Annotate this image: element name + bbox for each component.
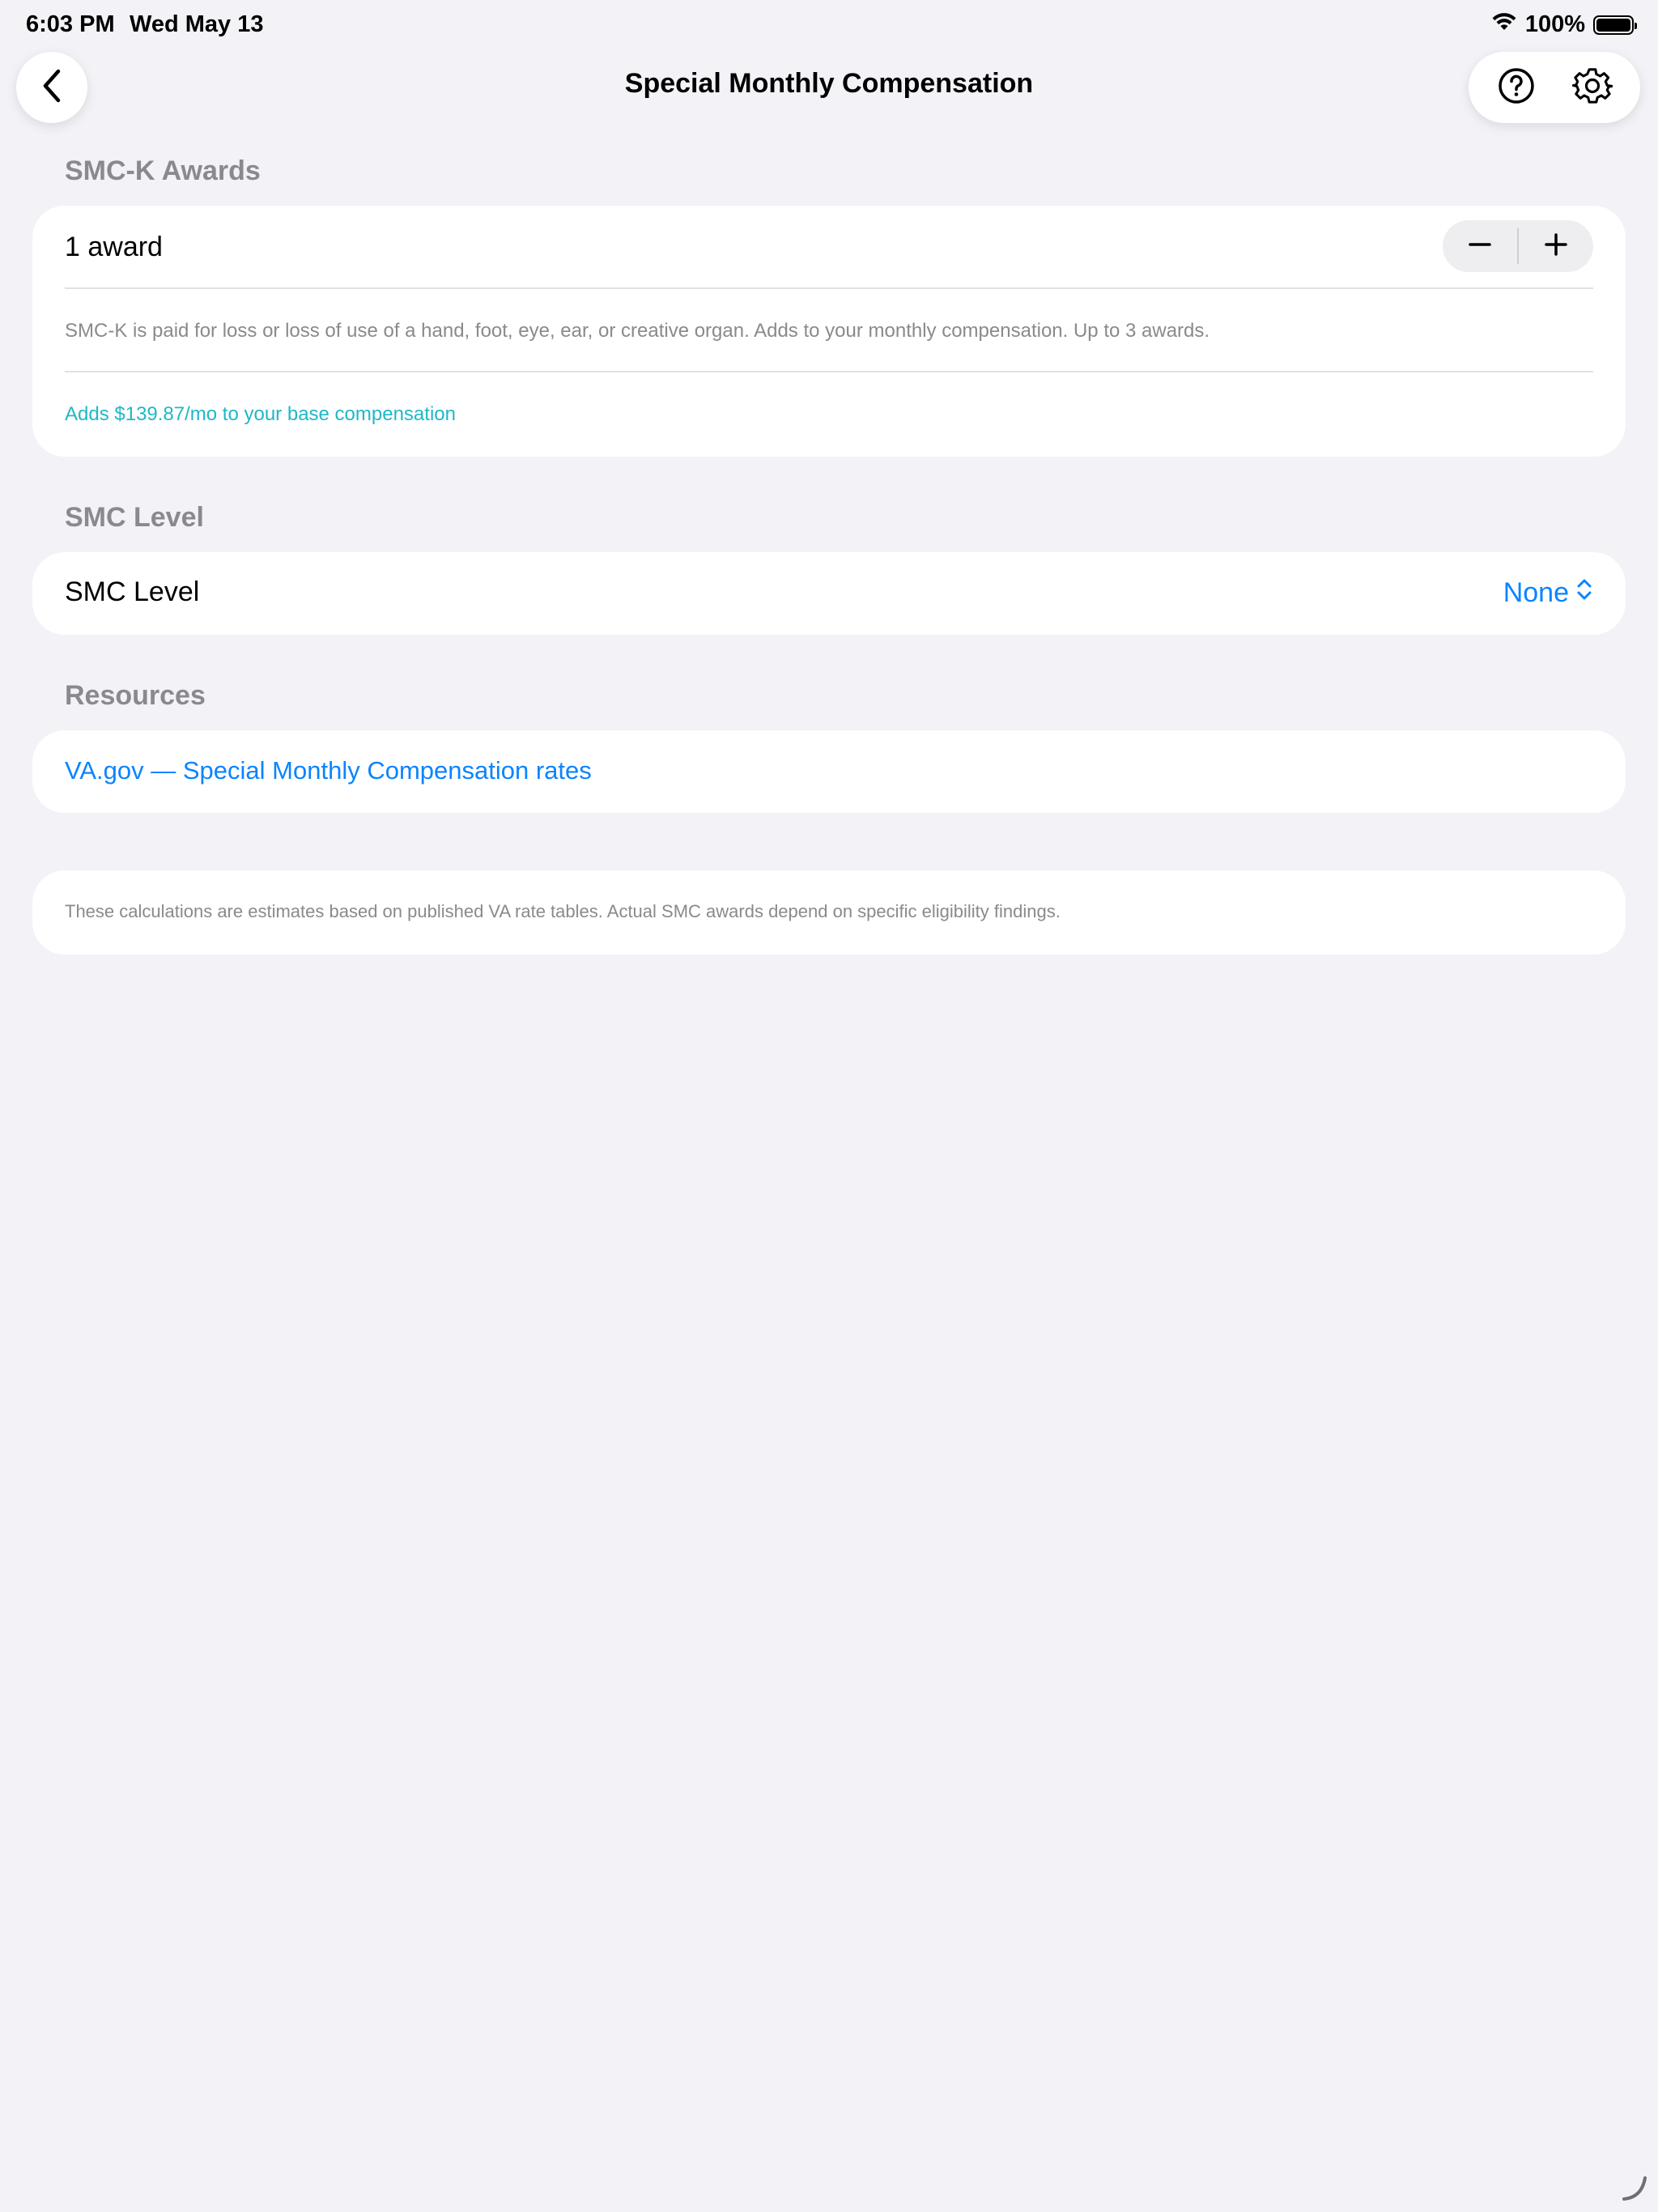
- disclaimer-row: These calculations are estimates based o…: [65, 901, 1593, 922]
- minus-icon: [1468, 232, 1492, 261]
- disclaimer-card: These calculations are estimates based o…: [32, 870, 1626, 955]
- status-time: 6:03 PM: [26, 11, 115, 37]
- settings-button[interactable]: [1567, 62, 1618, 113]
- gear-icon: [1571, 66, 1613, 110]
- va-gov-rates-link[interactable]: VA.gov — Special Monthly Compensation ra…: [65, 756, 592, 785]
- section-header-smc-level: SMC Level: [65, 502, 204, 533]
- window-resize-handle[interactable]: [1618, 2172, 1650, 2204]
- increment-button[interactable]: [1519, 220, 1593, 272]
- page-title: Special Monthly Compensation: [624, 68, 1034, 99]
- resources-link-row: VA.gov — Special Monthly Compensation ra…: [65, 756, 1593, 785]
- status-indicators: 100%: [1491, 11, 1637, 38]
- nav-actions: [1469, 52, 1640, 123]
- smc-level-row: SMC Level: [65, 576, 1593, 608]
- smck-adds-text: Adds $139.87/mo to your base compensatio…: [65, 403, 456, 425]
- status-bar: 6:03 PM Wed May 13 100%: [0, 0, 1658, 52]
- plus-icon: [1544, 232, 1568, 261]
- help-button[interactable]: [1490, 62, 1542, 113]
- divider: [65, 287, 1593, 289]
- wifi-icon: [1491, 11, 1517, 38]
- battery-percent: 100%: [1524, 11, 1585, 37]
- section-header-smck: SMC-K Awards: [65, 155, 261, 186]
- chevron-up-down-icon: [1575, 576, 1593, 610]
- award-stepper: [1443, 220, 1593, 272]
- disclaimer-text: These calculations are estimates based o…: [65, 901, 1061, 921]
- resources-card: VA.gov — Special Monthly Compensation ra…: [32, 730, 1626, 813]
- battery-icon: [1593, 15, 1637, 35]
- smck-adds-row: Adds $139.87/mo to your base compensatio…: [65, 403, 1593, 426]
- question-circle-icon: [1497, 66, 1536, 109]
- smc-level-label: SMC Level: [65, 576, 200, 607]
- divider: [65, 371, 1593, 372]
- smck-card: 1 award SMC-K is paid for loss or loss o…: [32, 206, 1626, 457]
- smck-description: SMC-K is paid for loss or loss of use of…: [65, 320, 1210, 342]
- award-count-label: 1 award: [65, 232, 163, 262]
- section-header-resources: Resources: [65, 680, 206, 711]
- smck-description-row: SMC-K is paid for loss or loss of use of…: [65, 320, 1593, 342]
- decrement-button[interactable]: [1443, 220, 1517, 272]
- smc-level-picker[interactable]: None: [1503, 576, 1593, 610]
- status-date: Wed May 13: [130, 11, 264, 37]
- award-count-row: 1 award: [65, 232, 1593, 263]
- smc-level-card: SMC Level None: [32, 552, 1626, 635]
- smc-level-value: None: [1503, 577, 1569, 608]
